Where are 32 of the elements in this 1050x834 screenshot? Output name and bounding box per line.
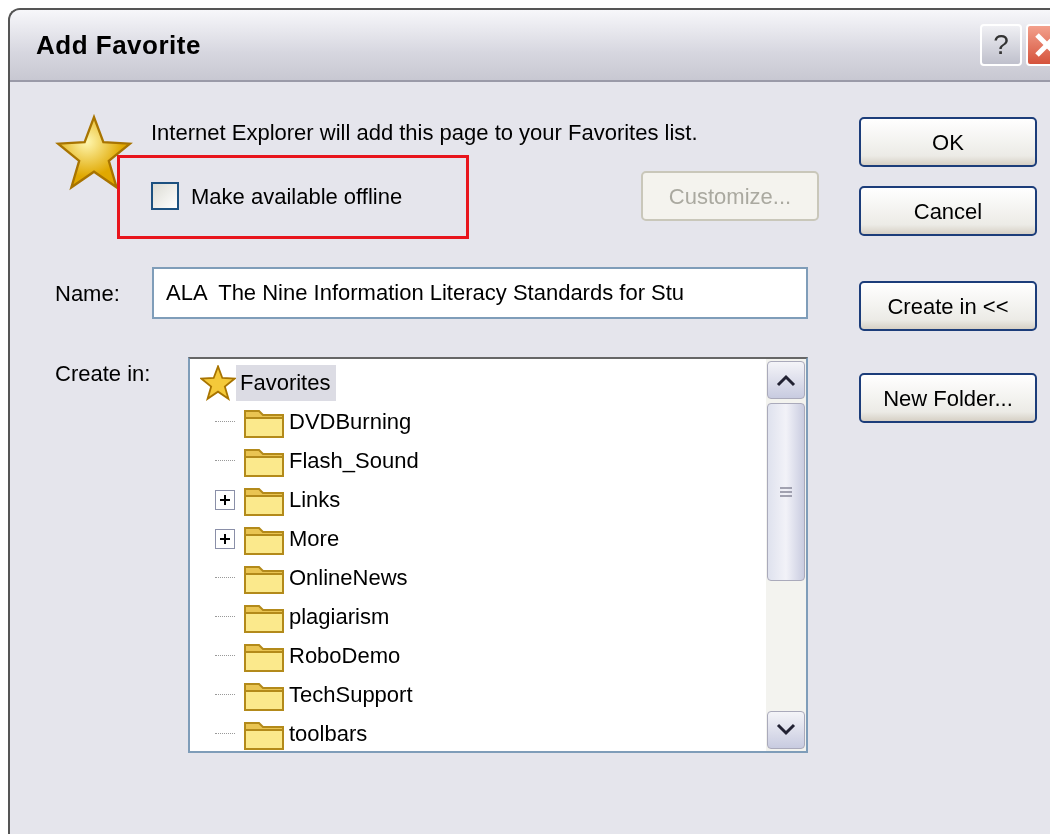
star-icon [55, 114, 133, 192]
name-label: Name: [55, 279, 121, 308]
create-in-button[interactable]: Create in << [859, 281, 1037, 331]
scroll-down-button[interactable] [767, 711, 805, 749]
new-folder-button[interactable]: New Folder... [859, 373, 1037, 423]
help-button[interactable]: ? [980, 24, 1022, 66]
tree-item[interactable]: Links [285, 481, 347, 518]
tree-item[interactable]: Favorites [236, 364, 337, 401]
window-title: Add Favorite [36, 28, 202, 62]
expand-icon[interactable] [215, 489, 235, 510]
info-text: Internet Explorer will add this page to your Favorites list. [151, 119, 699, 147]
scrollbar[interactable] [766, 359, 806, 751]
checkbox[interactable] [151, 182, 179, 210]
scroll-up-button[interactable] [767, 361, 805, 399]
offline-checkbox[interactable]: Make available offline [151, 179, 403, 213]
tree-item[interactable]: Flash_Sound [285, 442, 425, 479]
tree-item[interactable]: toolbars [285, 715, 374, 751]
star-icon [200, 364, 236, 401]
grip-icon [779, 486, 793, 498]
tree-item[interactable]: TechSupport [285, 676, 419, 713]
tree-item[interactable]: DVDBurning [285, 403, 418, 440]
folder-tree[interactable]: Favorites DVDBurning Flash_Sound Links More OnlineNews plagiarism RoboDemo TechSupport toolbars [188, 357, 808, 753]
name-field[interactable]: ALA The Nine Information Literacy Standards for Stu [152, 267, 808, 319]
create-in-label: Create in: [55, 360, 152, 388]
scroll-thumb[interactable] [767, 403, 805, 581]
tree-item[interactable]: RoboDemo [285, 637, 407, 674]
expand-icon[interactable] [215, 528, 235, 549]
tree-item[interactable]: More [285, 520, 346, 557]
tree-item[interactable]: plagiarism [285, 598, 396, 635]
tree-item[interactable]: OnlineNews [285, 559, 414, 596]
cancel-button[interactable]: Cancel [859, 186, 1037, 236]
ok-button[interactable]: OK [859, 117, 1037, 167]
